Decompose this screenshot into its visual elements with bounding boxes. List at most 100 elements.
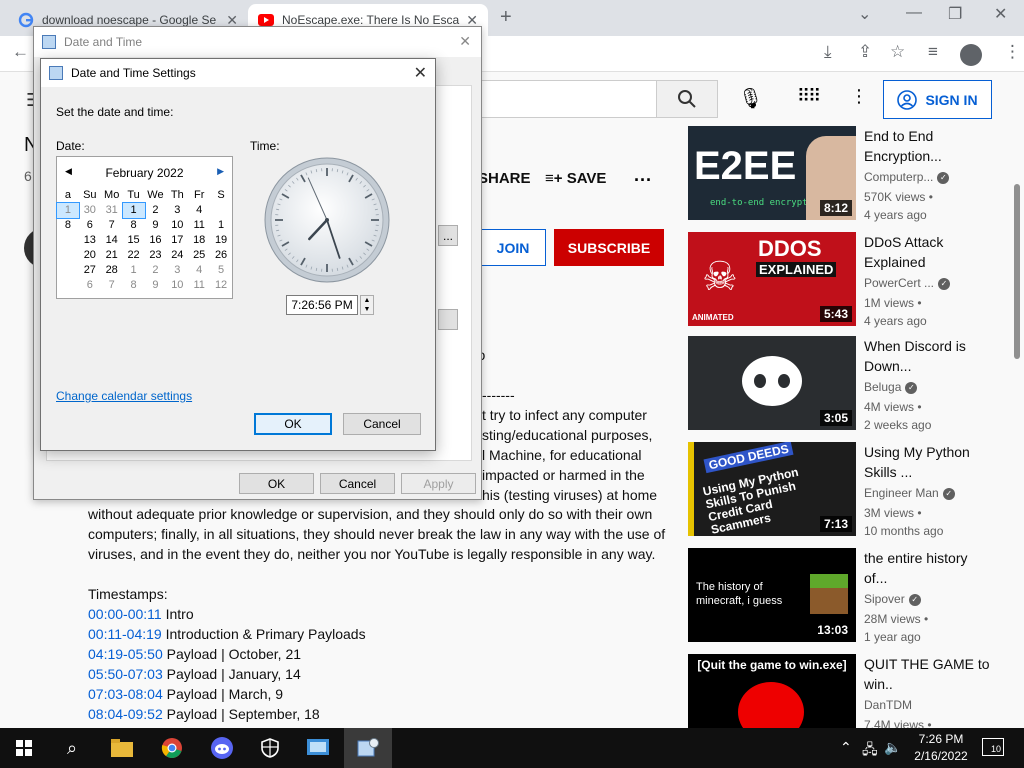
calendar-day[interactable]: 1 — [123, 263, 145, 278]
more-options-icon[interactable]: ⋮ — [850, 86, 868, 107]
calendar-day[interactable]: 25 — [188, 248, 210, 263]
calendar-day[interactable]: 3 — [166, 203, 188, 218]
cancel-button[interactable]: Cancel — [320, 473, 395, 494]
calendar-day[interactable]: 1 — [210, 218, 232, 233]
share-icon[interactable]: ⇪ — [858, 42, 872, 62]
calendar-day[interactable]: 27 — [79, 263, 101, 278]
calendar-day[interactable] — [210, 203, 232, 218]
change-calendar-settings-link[interactable]: Change calendar settings — [56, 389, 192, 403]
calendar-day[interactable]: 2 — [145, 263, 167, 278]
share-button[interactable]: SHARE — [478, 170, 531, 187]
spin-up-icon[interactable]: ▲ — [364, 297, 371, 304]
change-button[interactable]: ... — [438, 225, 458, 246]
calendar-day[interactable]: 23 — [145, 248, 167, 263]
calendar-day[interactable]: 13 — [79, 233, 101, 248]
file-explorer-icon[interactable] — [98, 728, 146, 768]
security-shield-icon[interactable] — [246, 728, 294, 768]
recommended-video[interactable]: The history of minecraft, i guess 13:03 … — [688, 548, 998, 644]
install-icon[interactable]: ⤓ — [824, 42, 832, 62]
calendar-day[interactable]: 7 — [101, 278, 123, 293]
save-button[interactable]: ≡+ SAVE — [545, 170, 606, 187]
time-spinner[interactable]: ▲ ▼ — [360, 295, 374, 315]
video-thumbnail[interactable]: 3:05 — [688, 336, 856, 430]
timestamp-link[interactable]: 00:11-04:19 — [88, 626, 162, 642]
calendar-day[interactable]: 10 — [166, 218, 188, 233]
calendar-day[interactable] — [57, 248, 79, 263]
calendar-day[interactable]: 9 — [145, 218, 167, 233]
chrome-icon[interactable] — [148, 728, 196, 768]
calendar-day[interactable] — [57, 233, 79, 248]
new-tab-button[interactable]: + — [500, 6, 512, 29]
page-scrollbar[interactable] — [1014, 184, 1020, 359]
calendar-day[interactable]: 6 — [79, 278, 101, 293]
calendar-day[interactable]: 17 — [166, 233, 188, 248]
search-button[interactable] — [656, 80, 718, 118]
calendar-day[interactable]: 16 — [145, 233, 167, 248]
timestamp-link[interactable]: 00:00-00:11 — [88, 606, 162, 622]
notification-center-icon[interactable]: 10 — [982, 738, 1004, 756]
calendar-day[interactable]: 14 — [101, 233, 123, 248]
bookmark-star-icon[interactable]: ☆ — [890, 42, 905, 62]
calendar-day[interactable]: 26 — [210, 248, 232, 263]
ok-button[interactable]: OK — [239, 473, 314, 494]
spin-down-icon[interactable]: ▼ — [364, 306, 371, 313]
calendar-day[interactable]: 4 — [188, 203, 210, 218]
join-button[interactable]: JOIN — [480, 229, 546, 266]
ok-button[interactable]: OK — [254, 413, 332, 435]
calendar-day[interactable]: 31 — [101, 203, 123, 218]
more-actions-icon[interactable]: ··· — [634, 170, 652, 191]
timestamp-link[interactable]: 08:04-09:52 — [88, 706, 163, 722]
close-icon[interactable]: ✕ — [459, 33, 471, 50]
timestamp-link[interactable]: 05:50-07:03 — [88, 666, 163, 682]
back-arrow-icon[interactable]: ← — [12, 42, 29, 62]
calendar-day[interactable]: 7 — [101, 218, 123, 233]
calendar-day[interactable]: 28 — [101, 263, 123, 278]
start-button[interactable] — [0, 728, 48, 768]
calendar-day[interactable]: 21 — [101, 248, 123, 263]
date-time-taskbar-icon[interactable] — [344, 728, 392, 768]
calendar-day[interactable]: 30 — [79, 203, 101, 218]
control-panel-icon[interactable] — [294, 728, 342, 768]
calendar-day[interactable] — [57, 263, 79, 278]
tab-search-icon[interactable]: ⌄ — [858, 4, 871, 24]
close-window-button[interactable]: ✕ — [994, 4, 1007, 24]
calendar-day[interactable]: 1 — [56, 202, 80, 219]
calendar-day[interactable]: 15 — [123, 233, 145, 248]
video-thumbnail[interactable]: GOOD DEEDS Using My Python Skills To Pun… — [688, 442, 856, 536]
calendar-day[interactable]: 2 — [145, 203, 167, 218]
network-icon[interactable]: 🖧 — [862, 739, 878, 763]
recommended-video[interactable]: E2EE end-to-end encryption 8:12 End to E… — [688, 126, 998, 222]
timestamp-link[interactable]: 04:19-05:50 — [88, 646, 163, 662]
calendar-day[interactable]: 5 — [210, 263, 232, 278]
search-icon[interactable]: ⌕ — [48, 728, 96, 768]
volume-icon[interactable]: 🔈 — [884, 739, 901, 756]
calendar-day[interactable]: 12 — [210, 278, 232, 293]
microphone-icon[interactable]: 🎙 — [738, 86, 763, 111]
calendar-day[interactable]: 11 — [188, 278, 210, 293]
taskbar-clock[interactable]: 7:26 PM 2/16/2022 — [908, 731, 974, 765]
calendar-day[interactable]: 18 — [188, 233, 210, 248]
restore-button[interactable]: ❐ — [948, 4, 962, 24]
calendar-day[interactable]: 1 — [121, 202, 146, 219]
media-queue-icon[interactable]: ≡ — [928, 42, 938, 62]
close-icon[interactable]: ✕ — [414, 63, 427, 83]
discord-icon[interactable] — [198, 728, 246, 768]
change-timezone-button[interactable] — [438, 309, 458, 330]
menu-kebab-icon[interactable]: ⋮ — [1004, 42, 1021, 62]
next-month-icon[interactable]: ▶ — [217, 166, 224, 177]
timestamp-link[interactable]: 07:03-08:04 — [88, 686, 163, 702]
video-thumbnail[interactable]: DDOS EXPLAINED ☠ ANIMATED 5:43 — [688, 232, 856, 326]
recommended-video[interactable]: [Quit the game to win.exe] QUIT THE GAME… — [688, 654, 998, 728]
calendar-day[interactable]: 3 — [166, 263, 188, 278]
calendar-day[interactable]: 8 — [57, 218, 79, 233]
apply-button[interactable]: Apply — [401, 473, 476, 494]
search-input[interactable] — [478, 80, 656, 118]
sign-in-button[interactable]: SIGN IN — [883, 80, 992, 119]
time-input[interactable]: 7:26:56 PM — [286, 295, 358, 315]
calendar-day[interactable]: 4 — [188, 263, 210, 278]
recommended-video[interactable]: DDOS EXPLAINED ☠ ANIMATED 5:43 DDoS Atta… — [688, 232, 998, 328]
calendar-day[interactable]: 6 — [79, 218, 101, 233]
calendar-day[interactable]: 10 — [166, 278, 188, 293]
calendar-day[interactable]: 19 — [210, 233, 232, 248]
recommended-video[interactable]: GOOD DEEDS Using My Python Skills To Pun… — [688, 442, 998, 538]
